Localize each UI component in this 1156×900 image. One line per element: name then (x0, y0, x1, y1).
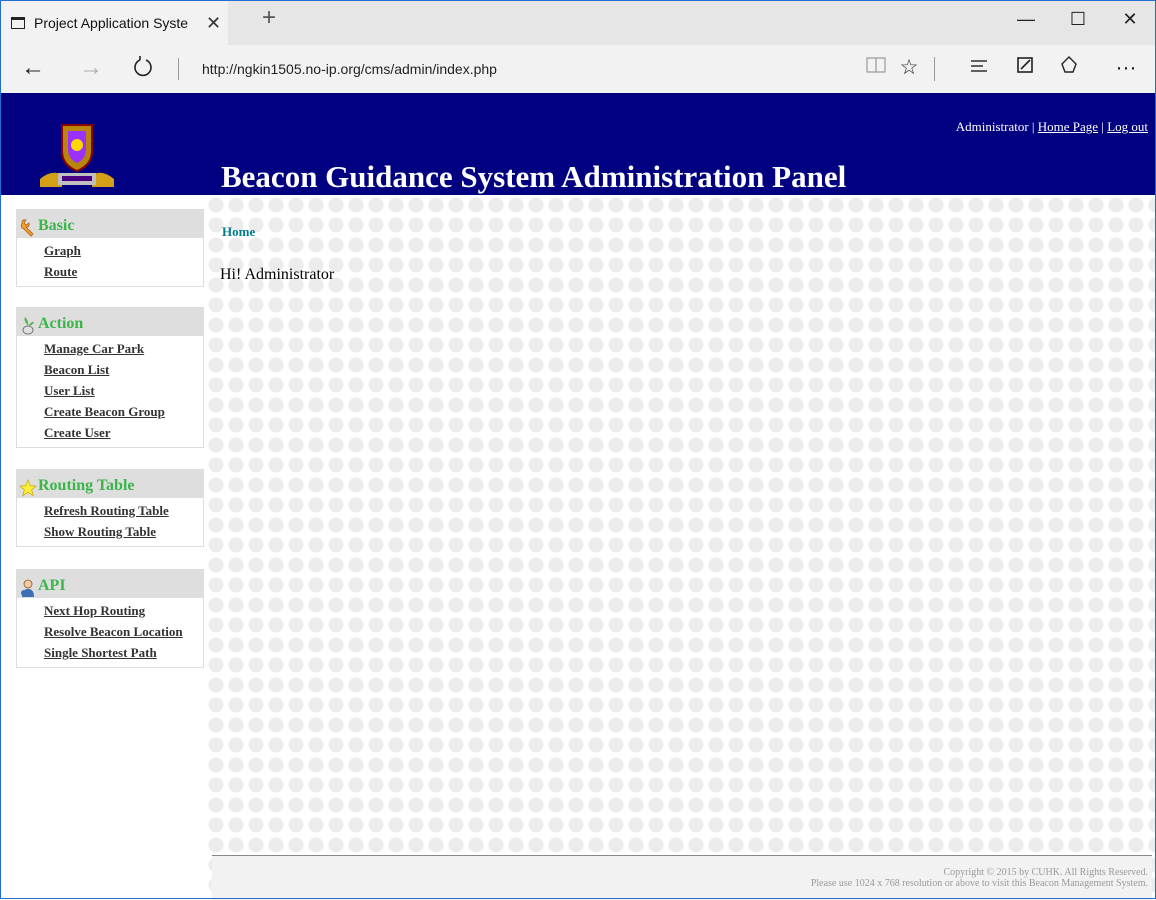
close-window-button[interactable]: ✕ (1107, 8, 1153, 30)
footer: Copyright © 2015 by CUHK. All Rights Res… (212, 855, 1152, 900)
sidebar-section-api: API Next Hop Routing Resolve Beacon Loca… (16, 569, 204, 668)
sidebar-item-create-beacon-group[interactable]: Create Beacon Group (44, 401, 203, 422)
plant-icon (22, 317, 34, 335)
breadcrumb[interactable]: Home (222, 224, 255, 240)
user-icon (21, 579, 34, 597)
user-links: Administrator | Home Page | Log out (956, 119, 1148, 135)
link-separator: | (1101, 119, 1104, 134)
refresh-icon[interactable] (126, 55, 160, 85)
new-tab-button[interactable]: + (262, 6, 276, 30)
sidebar-section-action: Action Manage Car Park Beacon List User … (16, 307, 204, 448)
minimize-button[interactable]: — (1003, 8, 1049, 30)
back-icon[interactable]: ← (16, 55, 50, 81)
content-area (206, 195, 1156, 899)
greeting-text: Hi! Administrator (220, 266, 335, 283)
section-heading: Routing Table (17, 470, 203, 498)
sidebar-item-refresh-routing-table[interactable]: Refresh Routing Table (44, 500, 203, 521)
current-user: Administrator (955, 119, 1029, 134)
sidebar-section-routing-table: Routing Table Refresh Routing Table Show… (16, 469, 204, 547)
address-bar-row: ← → http://ngkin1505.no-ip.org/cms/admin… (0, 45, 1156, 93)
sidebar-item-create-user[interactable]: Create User (44, 422, 203, 443)
url-separator (178, 58, 179, 80)
sidebar-item-next-hop-routing[interactable]: Next Hop Routing (44, 600, 203, 621)
sidebar-section-basic: Basic Graph Route (16, 209, 204, 287)
tab-title: Project Application Syste (34, 15, 189, 31)
section-heading: Basic (17, 210, 203, 238)
university-crest-logo (32, 121, 122, 191)
copyright-text: Copyright © 2015 by CUHK. All Rights Res… (943, 867, 1148, 878)
home-page-link[interactable]: Home Page (1038, 119, 1098, 134)
star-icon (19, 478, 37, 497)
sidebar-item-route[interactable]: Route (44, 261, 203, 282)
toolbar-separator (934, 57, 935, 81)
link-separator: | (1031, 119, 1035, 134)
forward-icon[interactable]: → (74, 55, 108, 81)
tab-page-icon (11, 17, 25, 29)
sidebar-item-beacon-list[interactable]: Beacon List (44, 359, 203, 380)
resolution-note: Please use 1024 x 768 resolution or abov… (810, 878, 1148, 889)
hub-icon[interactable] (963, 55, 995, 81)
tab-close-icon[interactable]: ✕ (206, 14, 221, 32)
favorite-star-icon[interactable]: ☆ (893, 55, 925, 81)
sidebar-item-show-routing-table[interactable]: Show Routing Table (44, 521, 203, 542)
page-title: Beacon Guidance System Administration Pa… (221, 159, 847, 194)
browser-tab[interactable]: Project Application Syste ✕ (1, 1, 228, 45)
section-heading: Action (17, 308, 203, 336)
url-field[interactable]: http://ngkin1505.no-ip.org/cms/admin/ind… (202, 61, 497, 77)
footer-text: Copyright © 2015 by CUHK. All Rights Res… (811, 867, 1148, 889)
site-header: Beacon Guidance System Administration Pa… (0, 93, 1156, 195)
sidebar-item-manage-car-park[interactable]: Manage Car Park (44, 338, 203, 359)
tab-bar: Project Application Syste ✕ + — ☐ ✕ (0, 0, 1156, 45)
logout-link[interactable]: Log out (1107, 119, 1148, 134)
section-heading: API (17, 570, 203, 598)
more-icon[interactable]: ··· (1110, 55, 1142, 81)
sidebar-item-user-list[interactable]: User List (44, 380, 203, 401)
share-icon[interactable] (1053, 55, 1085, 82)
reading-view-icon[interactable] (860, 55, 892, 81)
wrench-icon (20, 219, 34, 237)
sidebar-item-single-shortest-path[interactable]: Single Shortest Path (44, 642, 203, 663)
maximize-button[interactable]: ☐ (1055, 8, 1101, 30)
sidebar-item-graph[interactable]: Graph (44, 240, 203, 261)
web-note-icon[interactable] (1009, 55, 1041, 81)
sidebar-item-resolve-beacon-location[interactable]: Resolve Beacon Location (44, 621, 203, 642)
